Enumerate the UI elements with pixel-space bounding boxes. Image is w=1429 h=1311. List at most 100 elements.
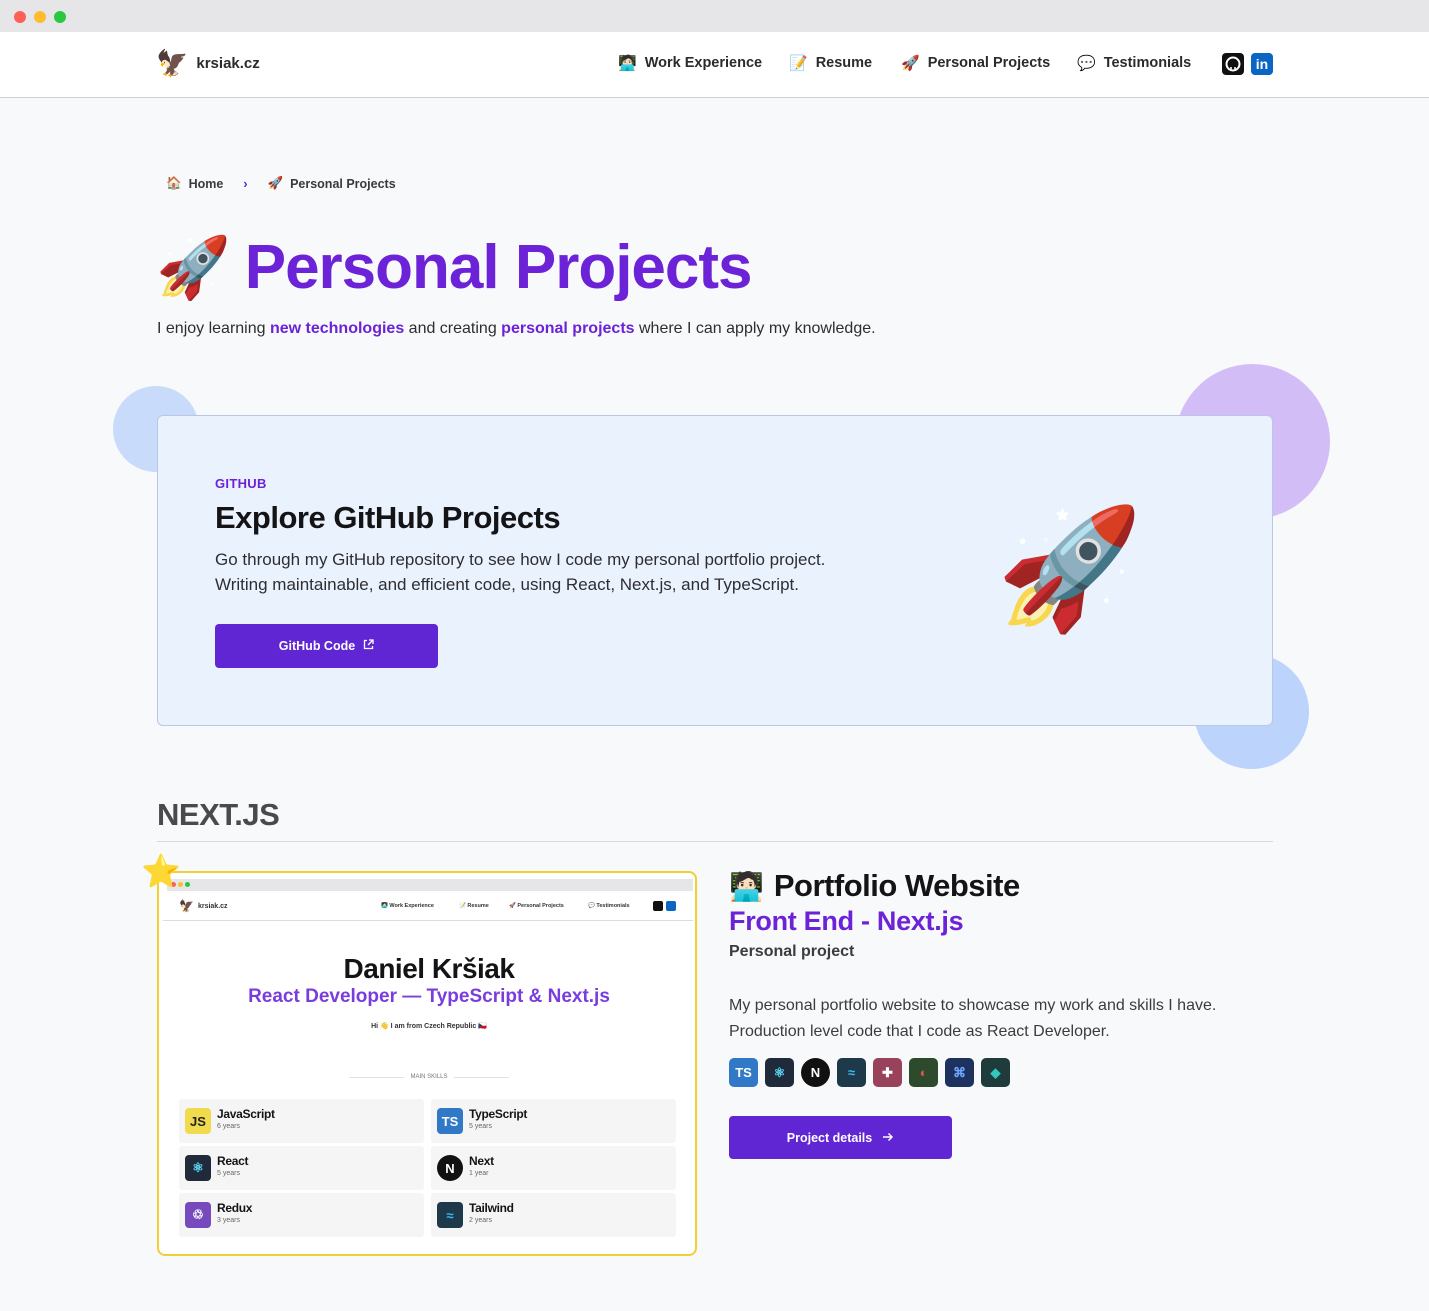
- breadcrumb: 🏠 Home › 🚀 Personal Projects: [166, 176, 396, 191]
- intro-highlight: personal projects: [501, 320, 635, 337]
- nav-item-work-experience[interactable]: 🧑🏻‍💻 Work Experience: [618, 54, 762, 72]
- thumbnail-nav-item: 💬 Testimonials: [588, 903, 630, 909]
- card-description-line: Writing maintainable, and efficient code…: [215, 575, 799, 594]
- skill-years: 5 years: [217, 1170, 240, 1177]
- card-description: Go through my GitHub repository to see h…: [215, 547, 895, 597]
- top-navbar: 🦅 krsiak.cz 🧑🏻‍💻 Work Experience 📝 Resum…: [0, 32, 1429, 98]
- netlify-icon: ◆: [981, 1058, 1010, 1087]
- thumbnail-brand-name: krsiak.cz: [197, 902, 228, 910]
- brand-link[interactable]: 🦅 krsiak.cz: [156, 48, 260, 78]
- linkedin-icon[interactable]: in: [1251, 53, 1273, 75]
- rocket-icon: 🚀: [901, 55, 920, 72]
- github-code-button[interactable]: GitHub Code: [215, 624, 438, 668]
- thumbnail-subtitle: React Developer — TypeScript & Next.js: [248, 986, 610, 1007]
- star-icon: ⭐: [141, 853, 181, 889]
- project-description-line: My personal portfolio website to showcas…: [729, 997, 1217, 1014]
- project-subtitle: Front End - Next.js: [729, 906, 964, 936]
- linkedin-icon: [666, 901, 676, 911]
- project-details-button[interactable]: Project details: [729, 1116, 952, 1159]
- project-kind: Personal project: [729, 943, 855, 960]
- skill-years: 3 years: [217, 1217, 240, 1224]
- nextjs-icon: N: [437, 1155, 463, 1181]
- skill-card: N Next 1 year: [431, 1146, 676, 1190]
- skill-card: TS TypeScript 5 years: [431, 1099, 676, 1143]
- skill-card: ⚛ React 5 years: [179, 1146, 424, 1190]
- card-description-line: Go through my GitHub repository to see h…: [215, 550, 826, 569]
- breadcrumb-current-label: Personal Projects: [290, 176, 396, 191]
- intro-text: I enjoy learning: [157, 320, 270, 337]
- arrow-right-icon: [882, 1131, 894, 1145]
- skill-years: 1 year: [469, 1170, 489, 1177]
- close-window-button[interactable]: [14, 11, 26, 23]
- intro-highlight: new technologies: [269, 320, 405, 337]
- jest-icon: ✚: [873, 1058, 902, 1087]
- intro-text: where I can apply my knowledge.: [634, 320, 876, 337]
- skill-name: Redux: [217, 1201, 253, 1215]
- project-description-line: Production level code that I code as Rea…: [729, 1023, 1110, 1040]
- button-label: GitHub Code: [278, 639, 356, 653]
- button-label: Project details: [786, 1130, 873, 1145]
- nav-item-label: Resume: [815, 55, 873, 71]
- skill-card: ≈ Tailwind 2 years: [431, 1193, 676, 1237]
- breadcrumb-home[interactable]: 🏠 Home: [166, 176, 223, 191]
- typescript-icon: TS: [437, 1108, 463, 1134]
- maximize-window-button[interactable]: [54, 11, 66, 23]
- skill-years: 2 years: [469, 1217, 492, 1224]
- external-link-icon: [363, 639, 374, 653]
- brand-name: krsiak.cz: [196, 54, 260, 72]
- nav-item-resume[interactable]: 📝 Resume: [789, 54, 872, 72]
- nextjs-icon: N: [801, 1058, 830, 1087]
- chevron-right-icon: ›: [243, 176, 248, 191]
- skill-card: JS JavaScript 6 years: [179, 1099, 424, 1143]
- react-icon: ⚛: [765, 1058, 794, 1087]
- page-title: 🚀 Personal Projects: [156, 232, 753, 304]
- redux-icon: ♲: [185, 1202, 211, 1228]
- javascript-icon: JS: [185, 1108, 211, 1134]
- skill-name: TypeScript: [469, 1107, 528, 1121]
- speech-bubble-icon: 💬: [1077, 55, 1096, 72]
- rocket-illustration: 🚀: [996, 503, 1143, 635]
- rocket-icon: 🚀: [267, 176, 284, 190]
- nav-item-testimonials[interactable]: 💬 Testimonials: [1077, 54, 1191, 72]
- technologist-icon: 🧑🏻‍💻: [618, 55, 637, 72]
- typescript-icon: TS: [729, 1058, 758, 1087]
- thumbnail-nav-item: 📝 Resume: [459, 903, 489, 909]
- github-icon: [653, 901, 663, 911]
- tailwind-icon: ≈: [837, 1058, 866, 1087]
- thumbnail-nav-item: 🚀 Personal Projects: [509, 903, 564, 909]
- card-title: Explore GitHub Projects: [215, 500, 561, 535]
- tech-stack: TS ⚛ N ≈ ✚ ◐ ⌘ ◆: [729, 1058, 1010, 1087]
- window-titlebar: [0, 0, 1429, 32]
- storybook-flow-icon: ⌘: [945, 1058, 974, 1087]
- skill-card: ♲ Redux 3 years: [179, 1193, 424, 1237]
- nav-item-label: Testimonials: [1103, 55, 1192, 71]
- thumbnail-titlebar: [167, 879, 693, 891]
- thumbnail-brand: 🦅 krsiak.cz: [179, 899, 228, 913]
- github-icon[interactable]: [1222, 53, 1244, 75]
- react-icon: ⚛: [185, 1155, 211, 1181]
- thumbnail-greeting: Hi 👋 I am from Czech Republic 🇨🇿: [371, 1023, 487, 1030]
- playwright-icon: ◐: [909, 1058, 938, 1087]
- thumbnail-nav-item: 🧑🏻‍💻 Work Experience: [381, 903, 434, 909]
- page-heading: Personal Projects: [244, 233, 753, 302]
- skill-years: 6 years: [217, 1123, 240, 1130]
- house-icon: 🏠: [166, 176, 182, 190]
- nav-item-label: Work Experience: [644, 55, 763, 71]
- card-eyebrow: GITHUB: [215, 476, 267, 491]
- project-thumbnail[interactable]: 🦅 krsiak.cz 🧑🏻‍💻 Work Experience 📝 Resum…: [157, 871, 697, 1256]
- thumbnail-navbar: 🦅 krsiak.cz 🧑🏻‍💻 Work Experience 📝 Resum…: [163, 893, 693, 921]
- skill-name: Tailwind: [469, 1201, 514, 1215]
- skill-name: React: [217, 1154, 249, 1168]
- skill-name: Next: [469, 1154, 494, 1168]
- eagle-icon: 🦅: [156, 48, 189, 78]
- project-title: 🧑🏻‍💻 Portfolio Website: [729, 868, 1020, 904]
- memo-icon: 📝: [789, 55, 808, 72]
- section-divider: [157, 841, 1273, 842]
- breadcrumb-current: 🚀 Personal Projects: [267, 176, 395, 191]
- nav-item-personal-projects[interactable]: 🚀 Personal Projects: [901, 54, 1050, 72]
- project-heading: Portfolio Website: [773, 868, 1020, 903]
- skills-label: MAIN SKILLS: [349, 1074, 509, 1080]
- minimize-window-button[interactable]: [34, 11, 46, 23]
- tailwind-icon: ≈: [437, 1202, 463, 1228]
- thumbnail-name: Daniel Kršiak: [343, 953, 515, 984]
